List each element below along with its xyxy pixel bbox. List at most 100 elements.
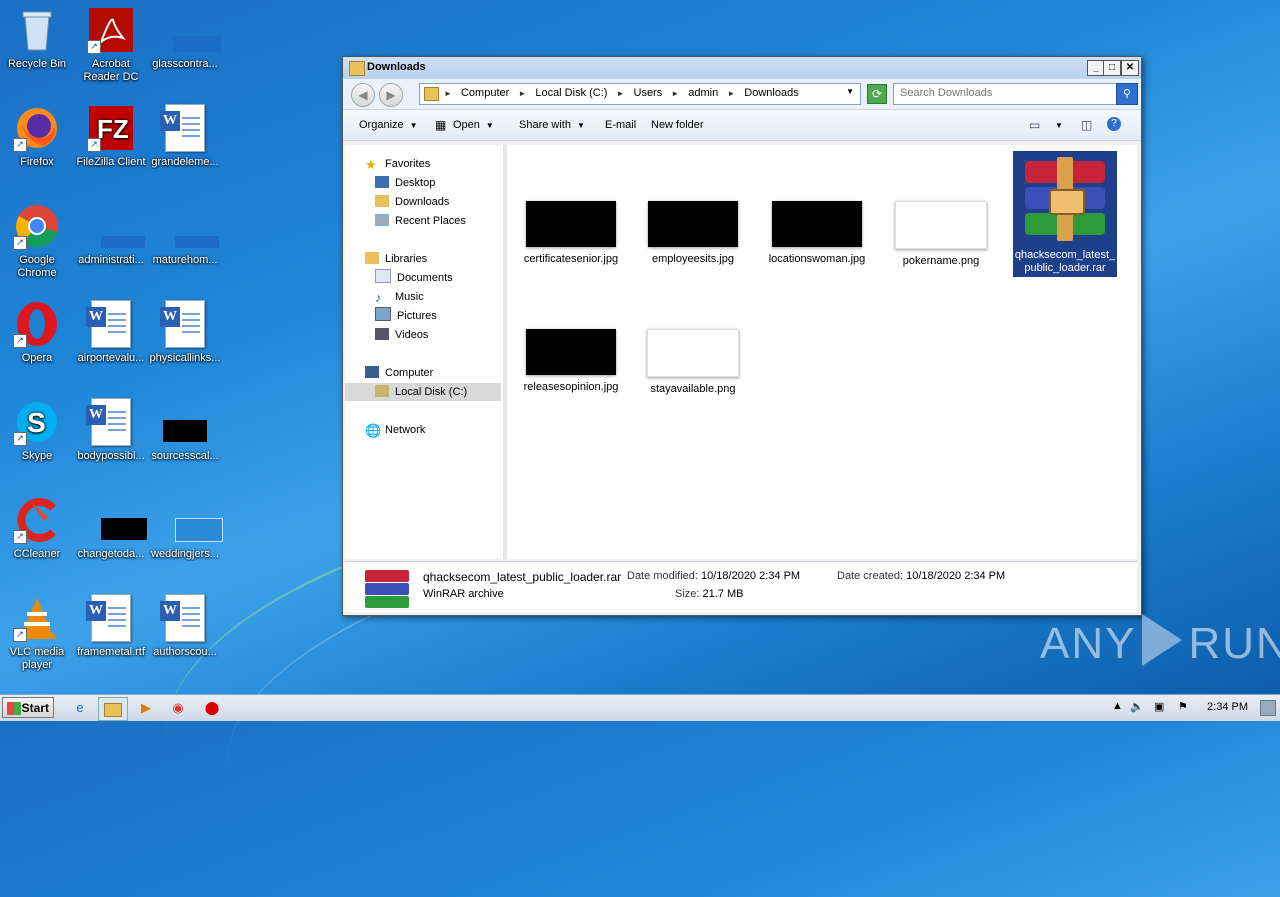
nav-label: Libraries	[385, 253, 428, 265]
shortcut-arrow-icon: ↗	[13, 236, 27, 250]
nav-network[interactable]: 🌐 Network	[365, 421, 425, 439]
organize-button[interactable]: Organize ▼	[359, 119, 418, 131]
desktop-icon-word-doc[interactable]: W grandeleme...	[148, 104, 222, 169]
search-input[interactable]	[894, 84, 1116, 102]
nav-libraries[interactable]: Libraries	[365, 250, 427, 268]
chevron-down-icon[interactable]: ▼	[1055, 121, 1063, 130]
nav-downloads[interactable]: Downloads	[375, 193, 449, 211]
desktop-icon-word-doc[interactable]: W framemetal.rtf	[74, 594, 148, 659]
back-button[interactable]: ◀	[351, 83, 375, 107]
chevron-down-icon[interactable]: ▼	[846, 87, 854, 96]
folder-icon	[424, 87, 439, 101]
address-breadcrumb[interactable]: ► Computer ► Local Disk (C:) ► Users ► a…	[419, 83, 861, 105]
maximize-button[interactable]: □	[1103, 60, 1121, 76]
desktop-icon-word-doc[interactable]: W physicallinks...	[148, 300, 222, 365]
nav-label: Documents	[397, 272, 453, 284]
action-center-flag-icon[interactable]: ⚑	[1178, 700, 1188, 713]
show-desktop-button[interactable]	[1260, 700, 1276, 716]
nav-favorites[interactable]: ★ Favorites	[365, 155, 430, 173]
shortcut-arrow-icon: ↗	[87, 40, 101, 54]
refresh-button[interactable]: ⟳	[867, 84, 887, 104]
file-item-selected[interactable]: qhacksecom_latest_public_loader.rar	[1013, 151, 1117, 277]
help-icon[interactable]: ?	[1107, 117, 1121, 131]
clock[interactable]: 2:34 PM	[1207, 701, 1248, 713]
explorer-window[interactable]: Downloads _ □ ✕ ◀ ▶ ► Computer ► Local D…	[342, 56, 1142, 616]
file-name: locationswoman.jpg	[768, 253, 866, 265]
breadcrumb-computer[interactable]: Computer	[461, 87, 509, 99]
ie-icon[interactable]: e	[66, 697, 94, 719]
show-hidden-icons-icon[interactable]: ▲	[1112, 700, 1123, 712]
desktop-icon-firefox[interactable]: ↗ Firefox	[0, 104, 74, 169]
desktop-icon-image-file[interactable]: changetoda...	[74, 496, 148, 561]
explorer-taskbar-button[interactable]	[98, 697, 128, 721]
desktop-icon-label: FileZilla Client	[76, 156, 146, 168]
nav-computer[interactable]: Computer	[365, 364, 433, 382]
computer-icon	[365, 366, 379, 378]
word-document-icon: W	[86, 594, 131, 642]
nav-recent-places[interactable]: Recent Places	[375, 212, 466, 230]
breadcrumb-users[interactable]: Users	[634, 87, 663, 99]
file-item[interactable]: locationswoman.jpg	[765, 201, 869, 266]
desktop-icon-label: changetoda...	[77, 548, 145, 560]
nav-local-disk[interactable]: Local Disk (C:)	[345, 383, 501, 401]
word-document-icon: W	[160, 594, 205, 642]
winrar-archive-icon	[363, 568, 411, 608]
close-button[interactable]: ✕	[1121, 60, 1139, 76]
image-thumbnail	[526, 329, 616, 375]
search-box[interactable]: ⚲	[893, 83, 1138, 105]
open-button[interactable]: Open ▼	[453, 119, 494, 131]
file-item[interactable]: employeesits.jpg	[641, 201, 745, 266]
breadcrumb-admin[interactable]: admin	[688, 87, 718, 99]
desktop-icon-word-doc[interactable]: W authorscou...	[148, 594, 222, 659]
desktop-icon-skype[interactable]: S ↗ Skype	[0, 398, 74, 463]
desktop-icon	[375, 176, 389, 188]
volume-icon[interactable]: 🔈	[1130, 700, 1144, 713]
desktop-icon-file[interactable]: administrati...	[74, 202, 148, 267]
winrar-archive-icon	[1019, 155, 1111, 247]
share-with-button[interactable]: Share with ▼	[519, 119, 585, 131]
desktop-icon-file[interactable]: glasscontra...	[148, 6, 222, 71]
nav-documents[interactable]: Documents	[375, 269, 453, 287]
network-tray-icon[interactable]: ▣	[1154, 700, 1164, 713]
desktop-icon-word-doc[interactable]: W bodypossibl...	[74, 398, 148, 463]
nav-desktop[interactable]: Desktop	[375, 174, 435, 192]
network-icon: 🌐	[365, 423, 382, 438]
downloads-folder-icon	[375, 195, 389, 207]
chrome-icon[interactable]: ◉	[164, 697, 192, 719]
desktop-icon-chrome[interactable]: ↗ Google Chrome	[0, 202, 74, 280]
winrar-small-icon: ▦	[435, 118, 447, 132]
file-item[interactable]: pokername.png	[889, 201, 993, 268]
search-icon[interactable]: ⚲	[1116, 83, 1138, 105]
nav-pictures[interactable]: Pictures	[375, 307, 437, 325]
desktop-icon-image-file[interactable]: sourcesscal...	[148, 398, 222, 463]
breadcrumb-local-disk[interactable]: Local Disk (C:)	[535, 87, 607, 99]
file-item[interactable]: certificatesenior.jpg	[519, 201, 623, 266]
desktop-icon-filezilla[interactable]: FZ ↗ FileZilla Client	[74, 104, 148, 169]
desktop-icon-ccleaner[interactable]: ↗ CCleaner	[0, 496, 74, 561]
email-button[interactable]: E-mail	[605, 119, 636, 131]
file-item[interactable]: releasesopinion.jpg	[519, 329, 623, 394]
file-item[interactable]: stayavailable.png	[641, 329, 745, 396]
opera-icon[interactable]: ⬤	[198, 697, 226, 719]
nav-videos[interactable]: Videos	[375, 326, 428, 344]
nav-music[interactable]: ♪ Music	[375, 288, 424, 306]
desktop-icon-file[interactable]: maturehom...	[148, 202, 222, 267]
preview-pane-icon[interactable]: ◫	[1081, 118, 1092, 132]
media-player-icon[interactable]: ▶	[132, 697, 160, 719]
desktop-icon-opera[interactable]: ↗ Opera	[0, 300, 74, 365]
start-button[interactable]: Start	[2, 697, 54, 718]
desktop-icon-image-file[interactable]: weddingjers...	[148, 496, 223, 561]
chevron-down-icon: ▼	[485, 121, 494, 130]
title-bar[interactable]: Downloads _ □ ✕	[343, 57, 1141, 79]
desktop-icon-label: CCleaner	[13, 548, 61, 560]
desktop-icon-word-doc[interactable]: W airportevalu...	[74, 300, 148, 365]
desktop-icon-recycle-bin[interactable]: Recycle Bin	[0, 6, 74, 71]
forward-button[interactable]: ▶	[379, 83, 403, 107]
breadcrumb-downloads[interactable]: Downloads	[744, 87, 798, 99]
desktop-icon-acrobat[interactable]: ↗ Acrobat Reader DC	[74, 6, 148, 84]
chevron-down-icon: ▼	[409, 121, 418, 130]
shortcut-arrow-icon: ↗	[13, 432, 27, 446]
change-view-icon[interactable]: ▭	[1029, 118, 1040, 132]
desktop-icon-vlc[interactable]: ↗ VLC media player	[0, 594, 74, 672]
new-folder-button[interactable]: New folder	[651, 119, 704, 131]
